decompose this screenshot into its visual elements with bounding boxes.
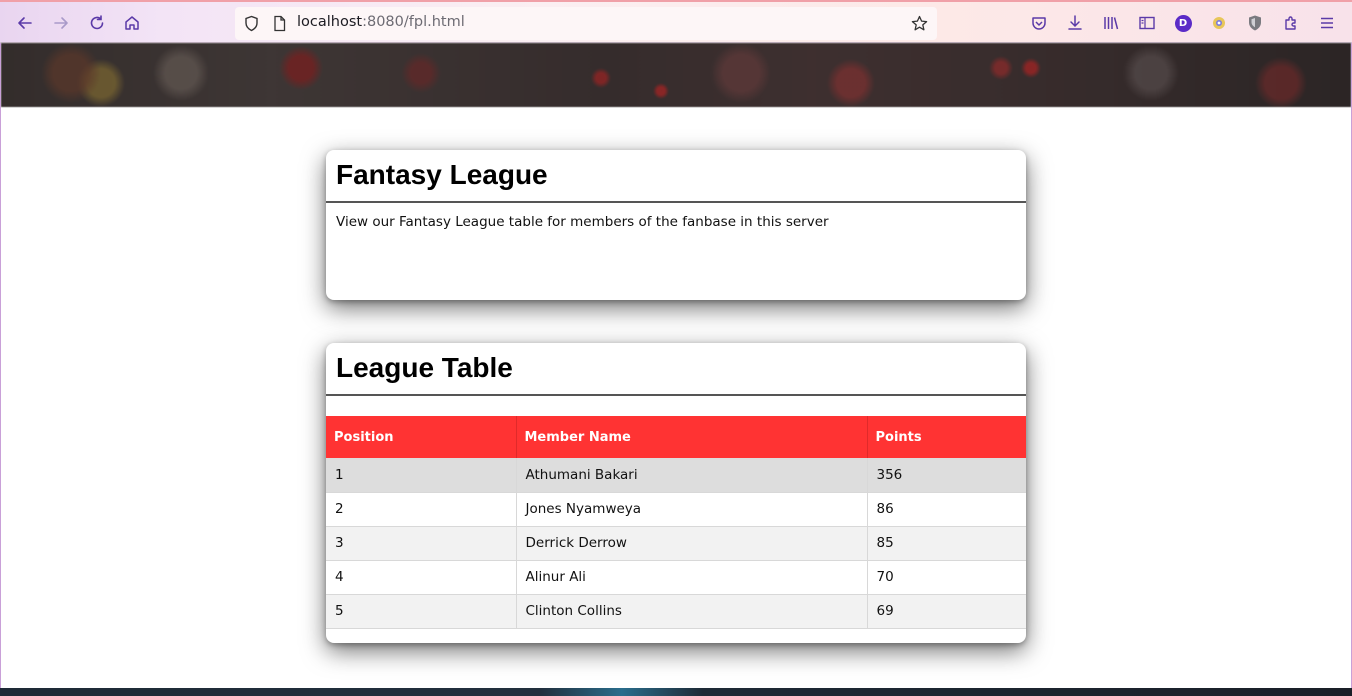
- cell-points: 69: [867, 594, 1026, 629]
- extension-icon[interactable]: [1206, 10, 1232, 36]
- hero-banner-image: [1, 43, 1351, 107]
- url-host: localhost: [297, 14, 363, 30]
- pocket-icon[interactable]: [1026, 10, 1052, 36]
- intro-card-text: View our Fantasy League table for member…: [336, 214, 829, 230]
- table-row: 2 Jones Nyamweya 86: [326, 492, 1026, 527]
- download-icon[interactable]: [1062, 10, 1088, 36]
- browser-toolbar: localhost:8080/fpl.html D: [0, 0, 1352, 43]
- profile-avatar: D: [1174, 14, 1192, 32]
- cell-points: 85: [867, 526, 1026, 561]
- cell-position: 2: [326, 492, 517, 527]
- cell-member-name: Athumani Bakari: [516, 458, 868, 493]
- cell-points: 356: [867, 458, 1026, 493]
- back-icon[interactable]: [12, 10, 38, 36]
- cell-member-name: Clinton Collins: [516, 594, 868, 629]
- cell-position: 3: [326, 526, 517, 561]
- table-row: 5 Clinton Collins 69: [326, 594, 1026, 629]
- cell-points: 86: [867, 492, 1026, 527]
- table-header-row: Position Member Name Points: [326, 416, 1026, 458]
- column-header-member-name[interactable]: Member Name: [516, 416, 868, 458]
- star-icon[interactable]: [911, 15, 928, 32]
- cell-member-name: Alinur Ali: [516, 560, 868, 595]
- os-taskbar: [0, 688, 1352, 696]
- reload-icon[interactable]: [84, 10, 110, 36]
- cell-points: 70: [867, 560, 1026, 595]
- cell-member-name: Derrick Derrow: [516, 526, 868, 561]
- intro-card: Fantasy League View our Fantasy League t…: [326, 150, 1026, 300]
- home-icon[interactable]: [119, 10, 145, 36]
- extensions-icon[interactable]: [1278, 10, 1304, 36]
- column-header-position[interactable]: Position: [326, 416, 517, 458]
- menu-icon[interactable]: [1314, 10, 1340, 36]
- profile-icon[interactable]: D: [1170, 10, 1196, 36]
- cell-position: 5: [326, 594, 517, 629]
- shield-icon[interactable]: [243, 15, 260, 32]
- cell-position: 4: [326, 560, 517, 595]
- table-row: 1 Athumani Bakari 356: [326, 458, 1026, 493]
- ublock-icon[interactable]: [1242, 10, 1268, 36]
- sidebar-icon[interactable]: [1134, 10, 1160, 36]
- forward-icon[interactable]: [48, 10, 74, 36]
- url-text[interactable]: localhost:8080/fpl.html: [297, 14, 465, 30]
- table-spacer: [326, 396, 1026, 416]
- cell-member-name: Jones Nyamweya: [516, 492, 868, 527]
- library-icon[interactable]: [1098, 10, 1124, 36]
- address-bar[interactable]: localhost:8080/fpl.html: [235, 7, 937, 40]
- league-table: Position Member Name Points 1 Athumani B…: [326, 416, 1026, 629]
- intro-card-title: Fantasy League: [326, 150, 1026, 203]
- league-table-card: League Table Position Member Name Points…: [326, 343, 1026, 643]
- table-row: 3 Derrick Derrow 85: [326, 526, 1026, 561]
- column-header-points[interactable]: Points: [867, 416, 1026, 458]
- cell-position: 1: [326, 458, 517, 493]
- table-row: 4 Alinur Ali 70: [326, 560, 1026, 595]
- page-icon: [271, 15, 288, 32]
- url-path: :8080/fpl.html: [362, 14, 465, 30]
- league-table-title: League Table: [326, 343, 1026, 396]
